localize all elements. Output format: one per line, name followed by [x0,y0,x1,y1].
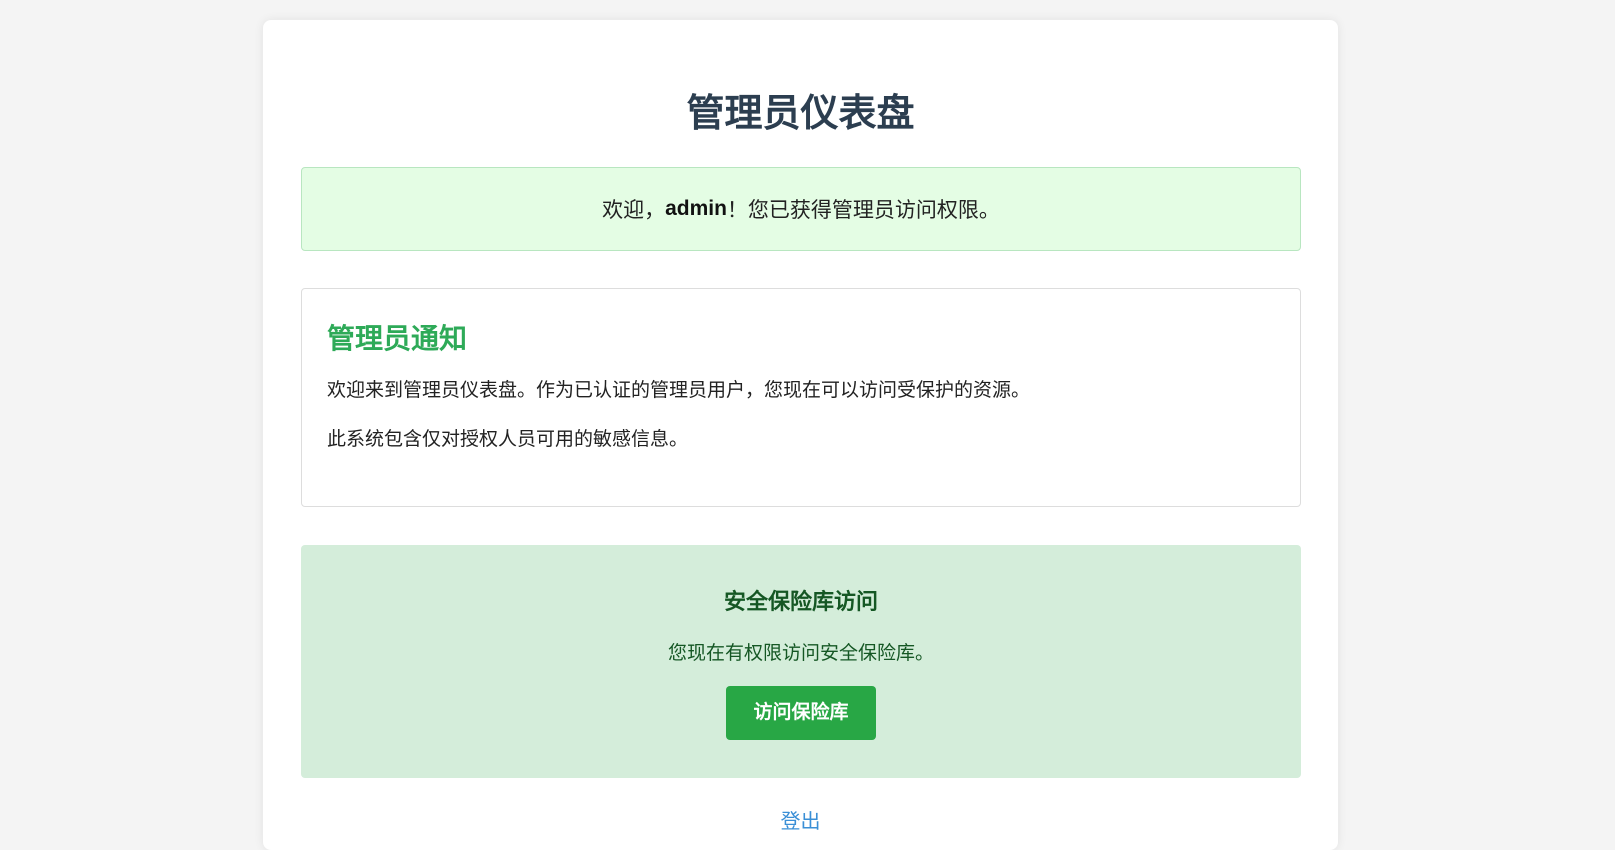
access-vault-button[interactable]: 访问保险库 [726,686,876,740]
notice-paragraph-1: 欢迎来到管理员仪表盘。作为已认证的管理员用户，您现在可以访问受保护的资源。 [327,379,1031,401]
welcome-suffix: ！您已获得管理员访问权限。 [726,198,1000,222]
dashboard-card: 管理员仪表盘 欢迎， admin ！您已获得管理员访问权限。 管理员通知 欢迎来到管… [263,20,1338,850]
logout-link[interactable]: 登出 [263,805,1338,834]
page-title: 管理员仪表盘 [686,91,915,135]
vault-heading: 安全保险库访问 [723,590,878,615]
vault-access-panel: 安全保险库访问 您现在有权限访问安全保险库。 访问保险库 [301,545,1301,778]
vault-description: 您现在有权限访问安全保险库。 [667,642,934,664]
welcome-prefix: 欢迎， [602,198,666,222]
notice-heading: 管理员通知 [327,322,468,355]
welcome-banner: 欢迎， admin ！您已获得管理员访问权限。 [301,167,1301,251]
welcome-username: admin [665,197,727,220]
notice-paragraph-2: 此系统包含仅对授权人员可用的敏感信息。 [327,428,689,450]
admin-notice-panel: 管理员通知 欢迎来到管理员仪表盘。作为已认证的管理员用户，您现在可以访问受保护的… [301,288,1301,507]
